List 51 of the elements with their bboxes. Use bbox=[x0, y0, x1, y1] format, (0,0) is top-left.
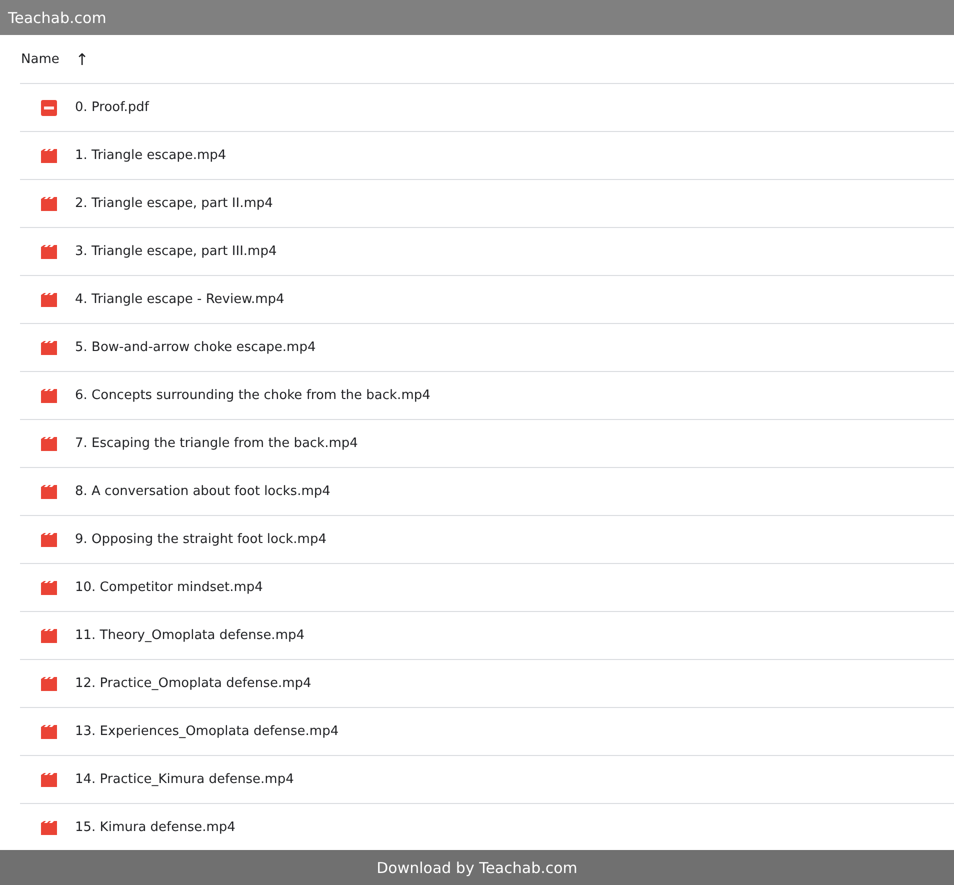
file-name: 10. Competitor mindset.mp4 bbox=[75, 580, 263, 595]
file-name: 4. Triangle escape - Review.mp4 bbox=[75, 292, 284, 307]
file-name: 0. Proof.pdf bbox=[75, 100, 149, 115]
file-row[interactable]: 3. Triangle escape, part III.mp4 bbox=[20, 228, 954, 276]
file-row[interactable]: 2. Triangle escape, part II.mp4 bbox=[20, 180, 954, 228]
file-name: 12. Practice_Omoplata defense.mp4 bbox=[75, 676, 312, 691]
file-name: 15. Kimura defense.mp4 bbox=[75, 820, 236, 835]
file-row[interactable]: 5. Bow-and-arrow choke escape.mp4 bbox=[20, 324, 954, 372]
file-name: 9. Opposing the straight foot lock.mp4 bbox=[75, 532, 326, 547]
video-file-icon bbox=[41, 724, 57, 738]
sort-ascending-icon[interactable]: ↑ bbox=[75, 50, 89, 68]
video-file-icon bbox=[41, 436, 57, 450]
file-name: 5. Bow-and-arrow choke escape.mp4 bbox=[75, 340, 316, 355]
site-title: Teachab.com bbox=[8, 8, 106, 26]
file-name: 6. Concepts surrounding the choke from the back.mp4 bbox=[75, 388, 430, 403]
file-name: 7. Escaping the triangle from the back.mp4 bbox=[75, 436, 358, 451]
file-name: 13. Experiences_Omoplata defense.mp4 bbox=[75, 724, 339, 739]
download-credit: Download by Teachab.com bbox=[376, 858, 578, 876]
file-row[interactable]: 11. Theory_Omoplata defense.mp4 bbox=[20, 612, 954, 660]
video-file-icon bbox=[41, 292, 57, 306]
file-row[interactable]: 4. Triangle escape - Review.mp4 bbox=[20, 276, 954, 324]
video-file-icon bbox=[41, 484, 57, 498]
file-row[interactable]: 6. Concepts surrounding the choke from the back.mp4 bbox=[20, 372, 954, 420]
video-file-icon bbox=[41, 772, 57, 786]
file-name: 1. Triangle escape.mp4 bbox=[75, 148, 226, 163]
video-file-icon bbox=[41, 148, 57, 162]
file-row[interactable]: 9. Opposing the straight foot lock.mp4 bbox=[20, 516, 954, 564]
file-row[interactable]: 0. Proof.pdf bbox=[20, 84, 954, 132]
video-file-icon bbox=[41, 196, 57, 210]
file-row[interactable]: 7. Escaping the triangle from the back.mp4 bbox=[20, 420, 954, 468]
video-file-icon bbox=[41, 532, 57, 546]
video-file-icon bbox=[41, 820, 57, 834]
video-file-icon bbox=[41, 628, 57, 642]
file-name: 3. Triangle escape, part III.mp4 bbox=[75, 244, 277, 259]
video-file-icon bbox=[41, 388, 57, 402]
video-file-icon bbox=[41, 580, 57, 594]
file-name: 11. Theory_Omoplata defense.mp4 bbox=[75, 628, 305, 643]
file-row[interactable]: 8. A conversation about foot locks.mp4 bbox=[20, 468, 954, 516]
name-column-header[interactable]: Name bbox=[21, 52, 60, 66]
file-row[interactable]: 13. Experiences_Omoplata defense.mp4 bbox=[20, 708, 954, 756]
file-row[interactable]: 1. Triangle escape.mp4 bbox=[20, 132, 954, 180]
file-name: 2. Triangle escape, part II.mp4 bbox=[75, 196, 273, 211]
file-row[interactable]: 10. Competitor mindset.mp4 bbox=[20, 564, 954, 612]
file-row[interactable]: 14. Practice_Kimura defense.mp4 bbox=[20, 756, 954, 804]
video-file-icon bbox=[41, 676, 57, 690]
video-file-icon bbox=[41, 340, 57, 354]
file-name: 14. Practice_Kimura defense.mp4 bbox=[75, 772, 294, 787]
file-row[interactable]: 12. Practice_Omoplata defense.mp4 bbox=[20, 660, 954, 708]
video-file-icon bbox=[41, 244, 57, 258]
pdf-file-icon bbox=[41, 100, 57, 116]
file-name: 8. A conversation about foot locks.mp4 bbox=[75, 484, 330, 499]
